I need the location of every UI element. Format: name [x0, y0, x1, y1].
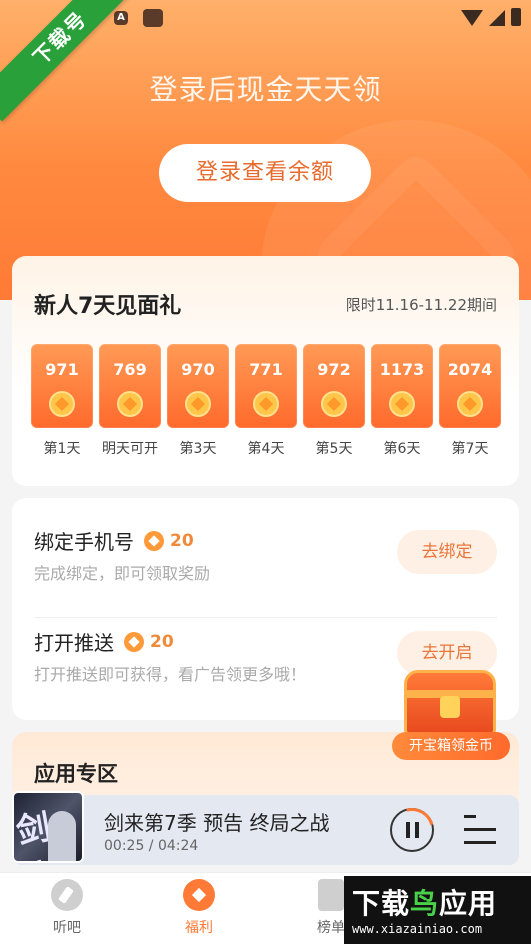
task-reward-amount: 20	[150, 631, 174, 652]
watermark-text: 鸟	[410, 887, 440, 920]
watermark-text: 应用	[439, 887, 498, 920]
task-title-text: 绑定手机号	[34, 530, 134, 554]
gift-day-amount: 971	[45, 360, 79, 379]
chest-label: 开宝箱领金币	[392, 732, 510, 760]
chest-lock-icon	[440, 696, 460, 718]
task-reward: 20	[124, 631, 174, 652]
coin-icon	[457, 391, 483, 417]
coin-icon	[49, 391, 75, 417]
watermark-logo: 下载鸟应用	[352, 882, 497, 922]
gift-day-label: 第3天	[179, 441, 217, 457]
hero-title: 登录后现金天天领	[149, 73, 382, 106]
list-line	[464, 841, 496, 844]
gift-day-box: 970	[167, 344, 229, 428]
gift-day-box: 971	[31, 344, 93, 428]
wifi-icon	[461, 10, 483, 26]
gift-period: 限时11.16-11.22期间	[345, 296, 497, 314]
status-icons	[461, 8, 521, 26]
task-bind-phone: 绑定手机号 20 完成绑定，即可领取奖励 去绑定	[34, 518, 497, 618]
gift-day[interactable]: 1173 第6天	[371, 344, 433, 458]
gift-day-label: 第5天	[315, 441, 353, 457]
bind-phone-button[interactable]: 去绑定	[397, 530, 497, 574]
login-button[interactable]: 登录查看余额	[159, 144, 371, 202]
site-watermark: 下载鸟应用 www.xiazainiao.com	[344, 876, 531, 944]
mini-player[interactable]: 剑来 剑来第7季 预告 终局之战 00:25 / 04:24	[12, 791, 519, 865]
tab-welfare[interactable]: 福利	[154, 879, 244, 937]
gift-day-amount: 769	[113, 360, 147, 379]
gift-day-label: 第7天	[451, 441, 489, 457]
list-line	[464, 815, 476, 818]
task-description: 打开推送即可获得，看广告领更多哦！	[34, 665, 307, 684]
coin-icon	[389, 391, 415, 417]
coin-icon	[253, 391, 279, 417]
track-title: 剑来第7季 预告 终局之战	[104, 811, 330, 835]
task-title: 绑定手机号 20	[34, 526, 194, 555]
notification-a-icon: A	[114, 11, 128, 25]
gift-day[interactable]: 971 第1天	[31, 344, 93, 458]
gift-day[interactable]: 2074 第7天	[439, 344, 501, 458]
track-time: 00:25 / 04:24	[104, 838, 199, 854]
gift-day[interactable]: 769 明天可开	[99, 344, 161, 458]
gift-day-label: 明天可开	[102, 441, 158, 457]
playlist-button[interactable]	[464, 813, 496, 847]
gift-diamond-icon	[183, 879, 215, 911]
coin-icon	[144, 530, 164, 551]
gift-day-box: 769	[99, 344, 161, 428]
gift-day-box: 2074	[439, 344, 501, 428]
compass-icon	[51, 879, 83, 911]
gift-days: 971 第1天 769 明天可开 970 第3天 771 第4天 972 第5天…	[31, 344, 501, 458]
coin-icon	[321, 391, 347, 417]
gift-day[interactable]: 970 第3天	[167, 344, 229, 458]
coin-icon	[117, 391, 143, 417]
tab-label: 福利	[185, 920, 213, 936]
signal-icon	[489, 10, 505, 26]
hero-banner: A 登录后现金天天领 登录查看余额	[0, 0, 531, 300]
gift-day-amount: 2074	[447, 360, 493, 379]
gift-day-amount: 1173	[379, 360, 425, 379]
watermark-text: 下载	[352, 887, 411, 920]
gift-day-amount: 970	[181, 360, 215, 379]
gift-day[interactable]: 771 第4天	[235, 344, 297, 458]
album-cover[interactable]: 剑来	[12, 791, 84, 863]
cover-figure	[48, 811, 76, 861]
watermark-url: www.xiazainiao.com	[352, 922, 483, 936]
coin-icon	[185, 391, 211, 417]
gift-day-box: 972	[303, 344, 365, 428]
gift-day-label: 第6天	[383, 441, 421, 457]
progress-ring	[381, 799, 443, 861]
task-reward: 20	[144, 530, 194, 551]
battery-icon	[511, 8, 521, 26]
gift-day-amount: 972	[317, 360, 351, 379]
tab-listen[interactable]: 听吧	[22, 879, 112, 937]
gift-day-box: 1173	[371, 344, 433, 428]
gift-day-box: 771	[235, 344, 297, 428]
task-title-text: 打开推送	[34, 631, 114, 655]
gift-day-label: 第4天	[247, 441, 285, 457]
tab-label: 听吧	[53, 920, 81, 936]
gift-day[interactable]: 972 第5天	[303, 344, 365, 458]
gift-day-amount: 771	[249, 360, 283, 379]
gift-title: 新人7天见面礼	[34, 294, 182, 319]
task-description: 完成绑定，即可领取奖励	[34, 564, 211, 583]
gift-day-label: 第1天	[43, 441, 81, 457]
book-icon	[318, 879, 344, 911]
coin-icon	[124, 631, 144, 652]
newbie-gift-card: 新人7天见面礼 限时11.16-11.22期间 971 第1天 769 明天可开…	[12, 256, 519, 486]
task-title: 打开推送 20	[34, 627, 174, 656]
treasure-chest-button[interactable]: 开宝箱领金币	[392, 660, 510, 764]
notification-icon	[143, 9, 163, 27]
list-line	[464, 828, 496, 831]
task-reward-amount: 20	[170, 530, 194, 551]
apps-title: 应用专区	[34, 762, 118, 786]
